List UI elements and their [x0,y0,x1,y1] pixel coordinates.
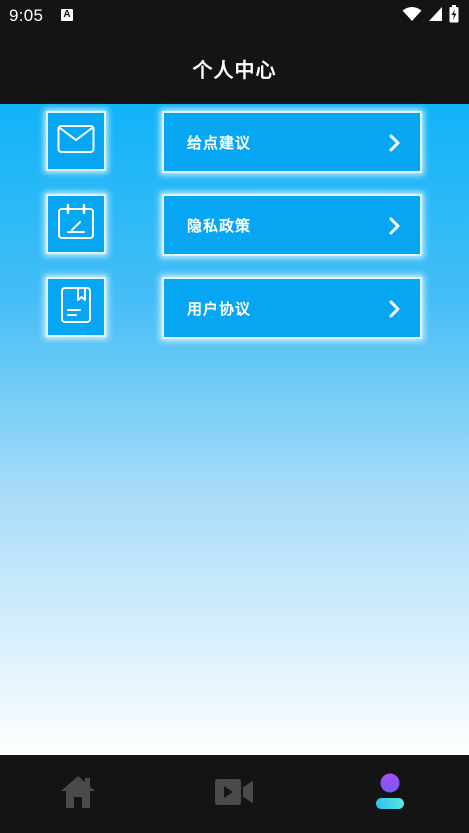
status-time: 9:05 [9,6,44,25]
status-bar: 9:05 A [0,0,469,32]
nav-video-button[interactable] [156,755,312,833]
nav-home-button[interactable] [0,755,156,833]
app-header: 个人中心 [0,32,469,104]
bottom-navigation [0,755,469,833]
calendar-edit-icon [57,203,95,244]
chevron-right-icon [389,134,401,152]
nav-profile-button[interactable] [312,755,468,833]
privacy-policy-label: 隐私政策 [187,217,252,235]
profile-icon [373,772,407,816]
wifi-icon [402,6,422,26]
notification-badge: A [61,9,73,21]
chevron-right-icon [389,300,401,318]
document-icon-box [46,277,106,337]
suggestions-label: 给点建议 [187,134,252,152]
chevron-right-icon [389,217,401,235]
video-camera-icon [214,776,254,812]
mail-icon [57,124,95,158]
mail-icon-box [46,111,106,171]
user-agreement-label: 用户协议 [187,300,252,318]
document-bookmark-icon [60,286,92,328]
battery-charging-icon [449,5,459,27]
suggestions-button[interactable]: 给点建议 [162,111,422,173]
status-icons [402,5,459,27]
page-title: 个人中心 [192,58,277,82]
signal-icon [428,6,443,26]
privacy-policy-button[interactable]: 隐私政策 [162,194,422,256]
calendar-icon-box [46,194,106,254]
user-agreement-button[interactable]: 用户协议 [162,277,422,339]
home-icon [59,773,97,815]
